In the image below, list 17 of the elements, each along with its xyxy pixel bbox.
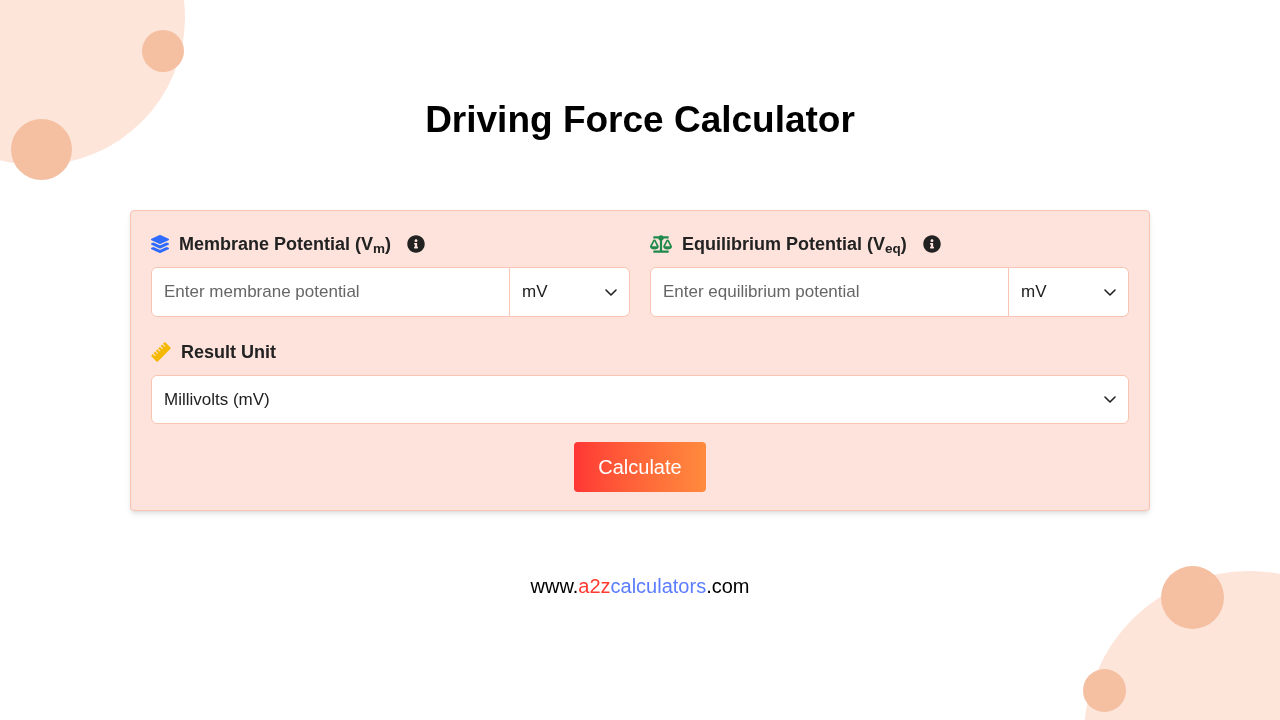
- unit-dropdown[interactable]: mV: [510, 267, 630, 317]
- field-label: Equilibrium Potential (V$_{eq}$): [682, 232, 907, 258]
- field-label: Result Unit: [181, 340, 276, 364]
- scale-icon: [650, 235, 672, 253]
- unit-dropdown[interactable]: mV: [1009, 267, 1129, 317]
- input-field[interactable]: Enter membrane potential: [151, 267, 510, 317]
- chevron-icon: [1104, 396, 1116, 403]
- field-label: Membrane Potential (V$_{m}$): [179, 232, 392, 258]
- input-field[interactable]: Enter equilibrium potential: [650, 267, 1009, 317]
- website-url: www.a2zcalculators.com: [530, 574, 750, 599]
- layers-icon: [151, 235, 169, 253]
- info-icon[interactable]: [922, 235, 941, 253]
- chevron-icon: [605, 288, 617, 296]
- info-icon[interactable]: [407, 235, 426, 253]
- chevron-icon: [1104, 288, 1116, 296]
- result-unit-dropdown[interactable]: Millivolts (mV): [151, 375, 1129, 424]
- page-title: Driving Force Calculator: [425, 98, 855, 142]
